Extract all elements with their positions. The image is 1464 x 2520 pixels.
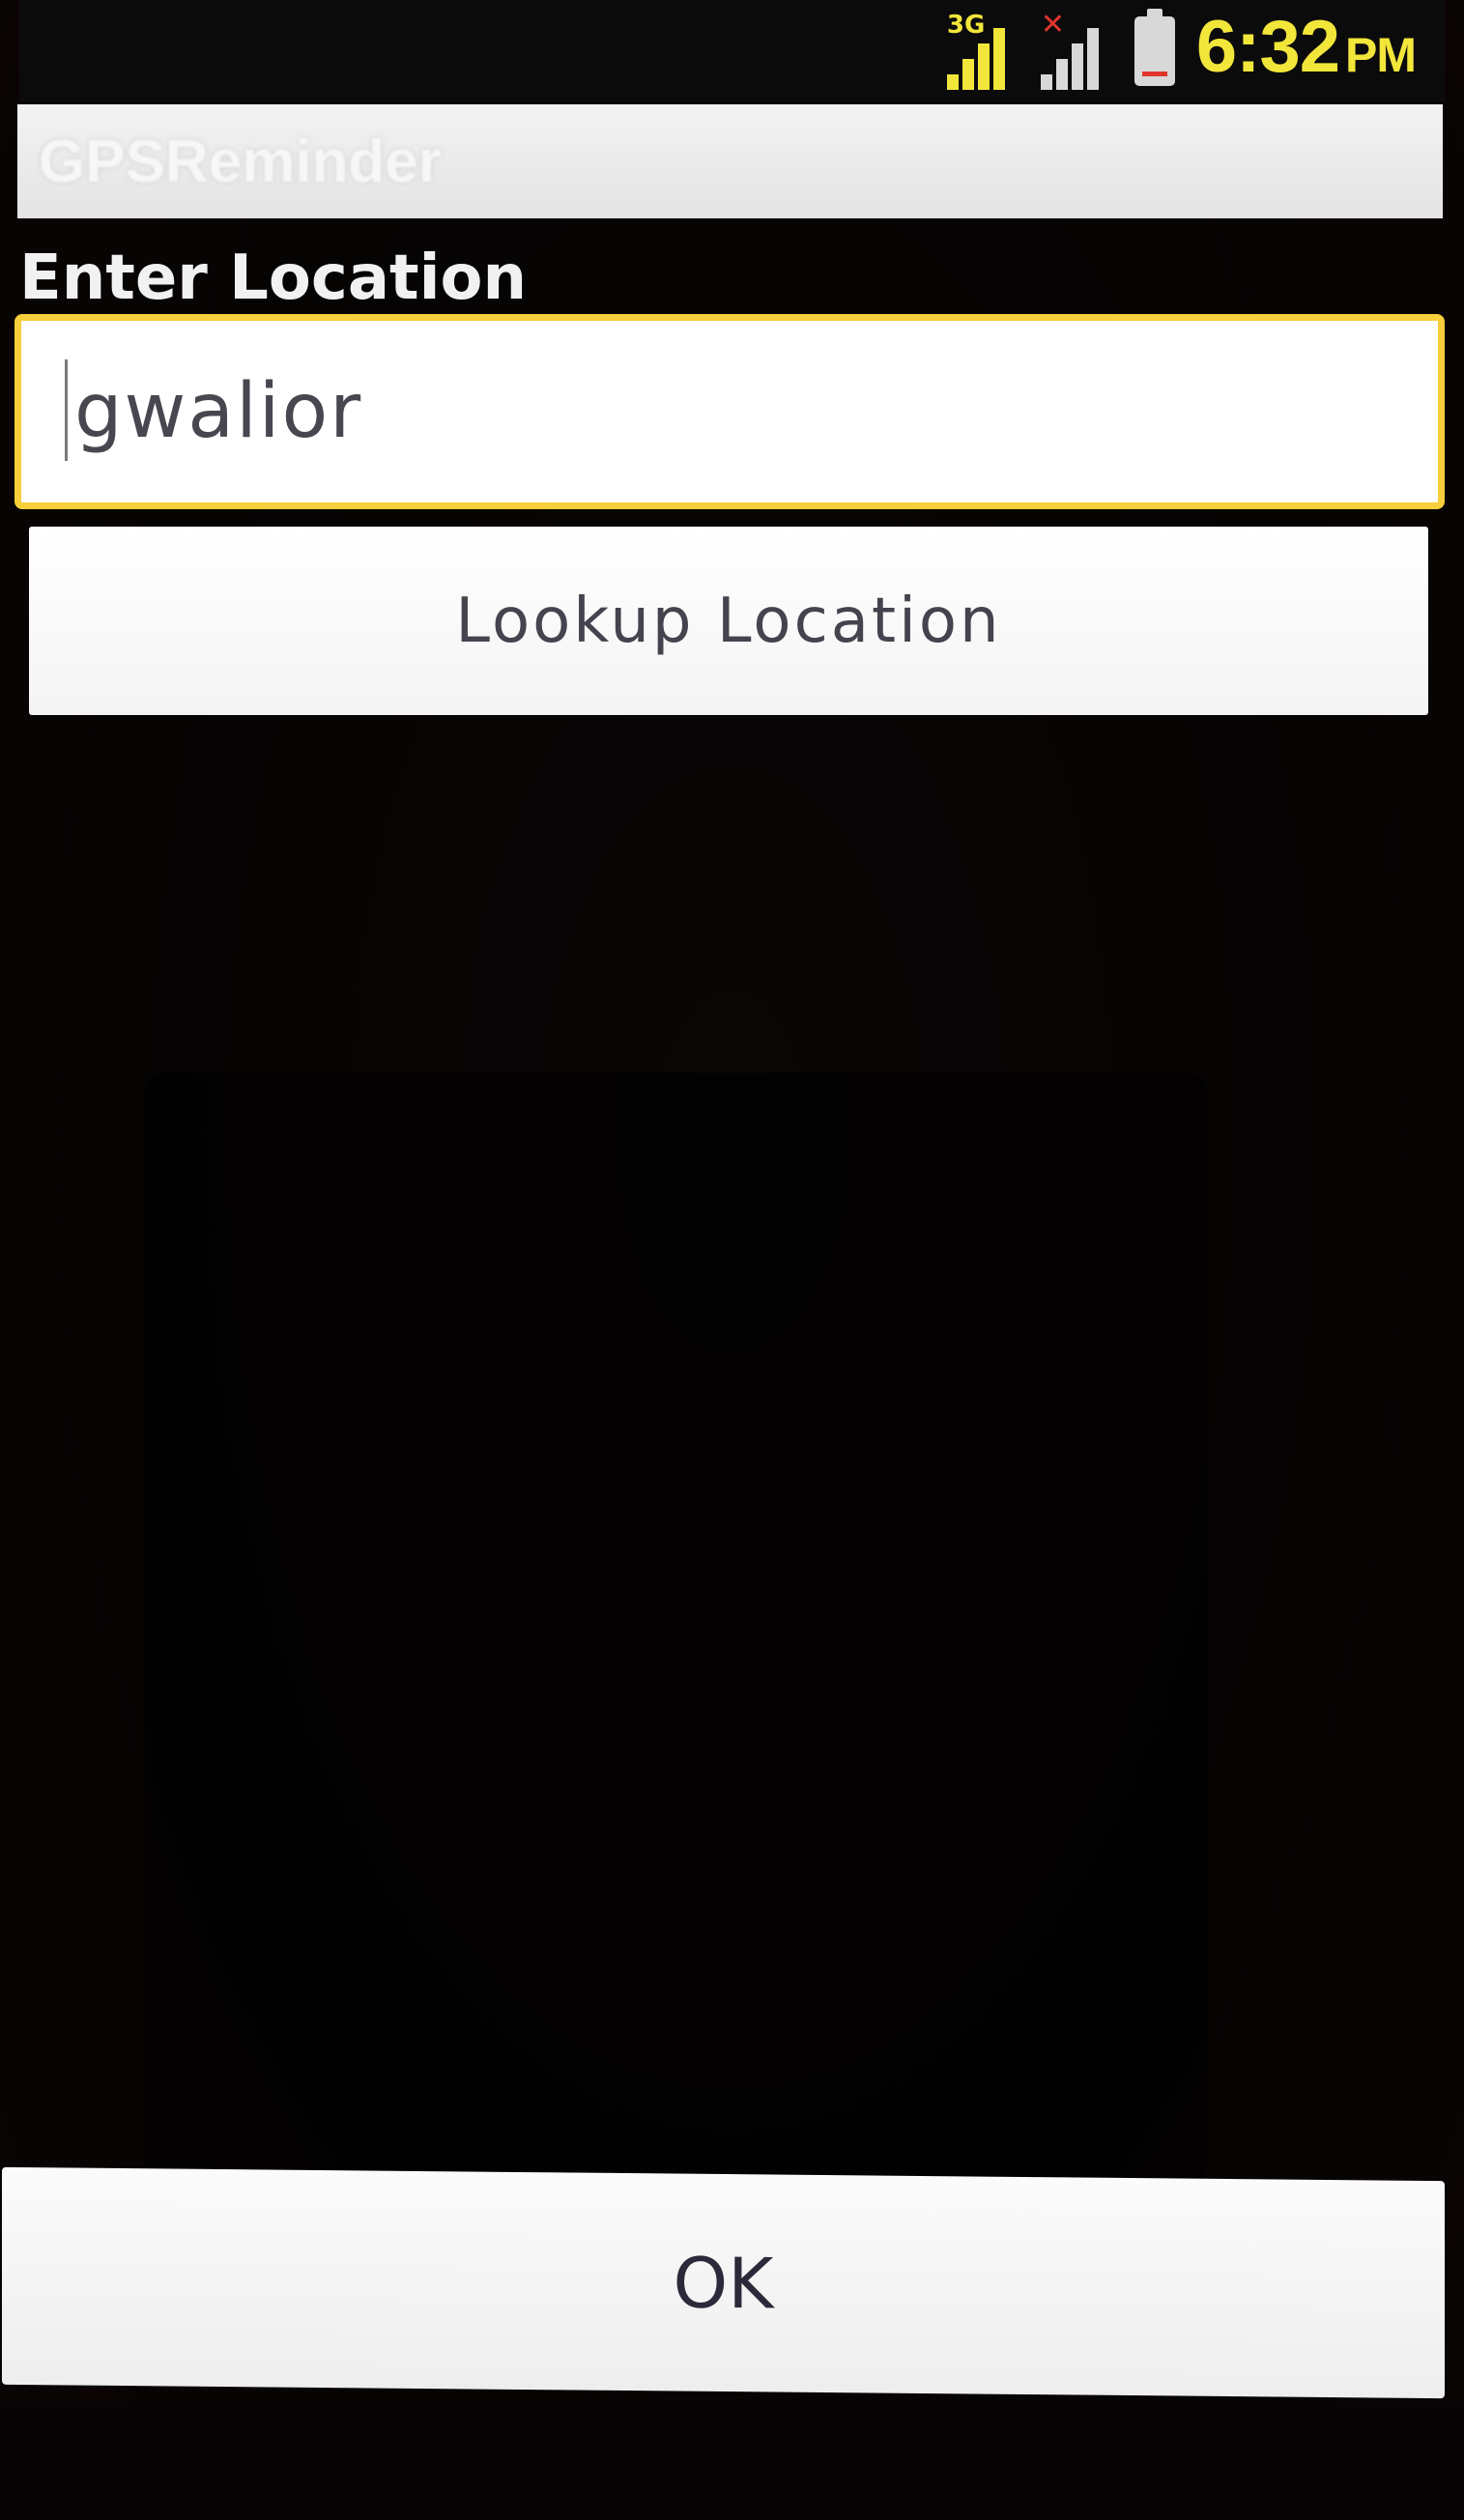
lookup-location-button[interactable]: Lookup Location [29, 527, 1428, 715]
app-title-bar: GPSReminder [17, 104, 1443, 218]
status-bar: 3G ✕ 6:32 PM [19, 0, 1445, 101]
clock-time: 6:32 [1195, 5, 1340, 88]
location-input[interactable] [14, 314, 1445, 509]
signal-icon: ✕ [1040, 10, 1113, 90]
text-cursor [65, 359, 68, 461]
app-title: GPSReminder [39, 128, 442, 195]
battery-low-icon [1134, 8, 1175, 86]
screen-reflection [145, 1073, 1208, 2184]
phone-screen: 3G ✕ 6:32 PM GPSReminder Enter Location … [0, 0, 1464, 2520]
ok-button[interactable]: OK [2, 2166, 1445, 2399]
network-type-label: 3G [946, 10, 986, 40]
status-clock: 6:32 PM [1195, 5, 1417, 94]
signal-3g-icon: 3G [946, 10, 1019, 90]
enter-location-label: Enter Location [19, 243, 528, 314]
clock-ampm: PM [1345, 27, 1417, 82]
status-icons: 3G ✕ 6:32 PM [946, 5, 1417, 97]
bottom-band [0, 2406, 1464, 2520]
